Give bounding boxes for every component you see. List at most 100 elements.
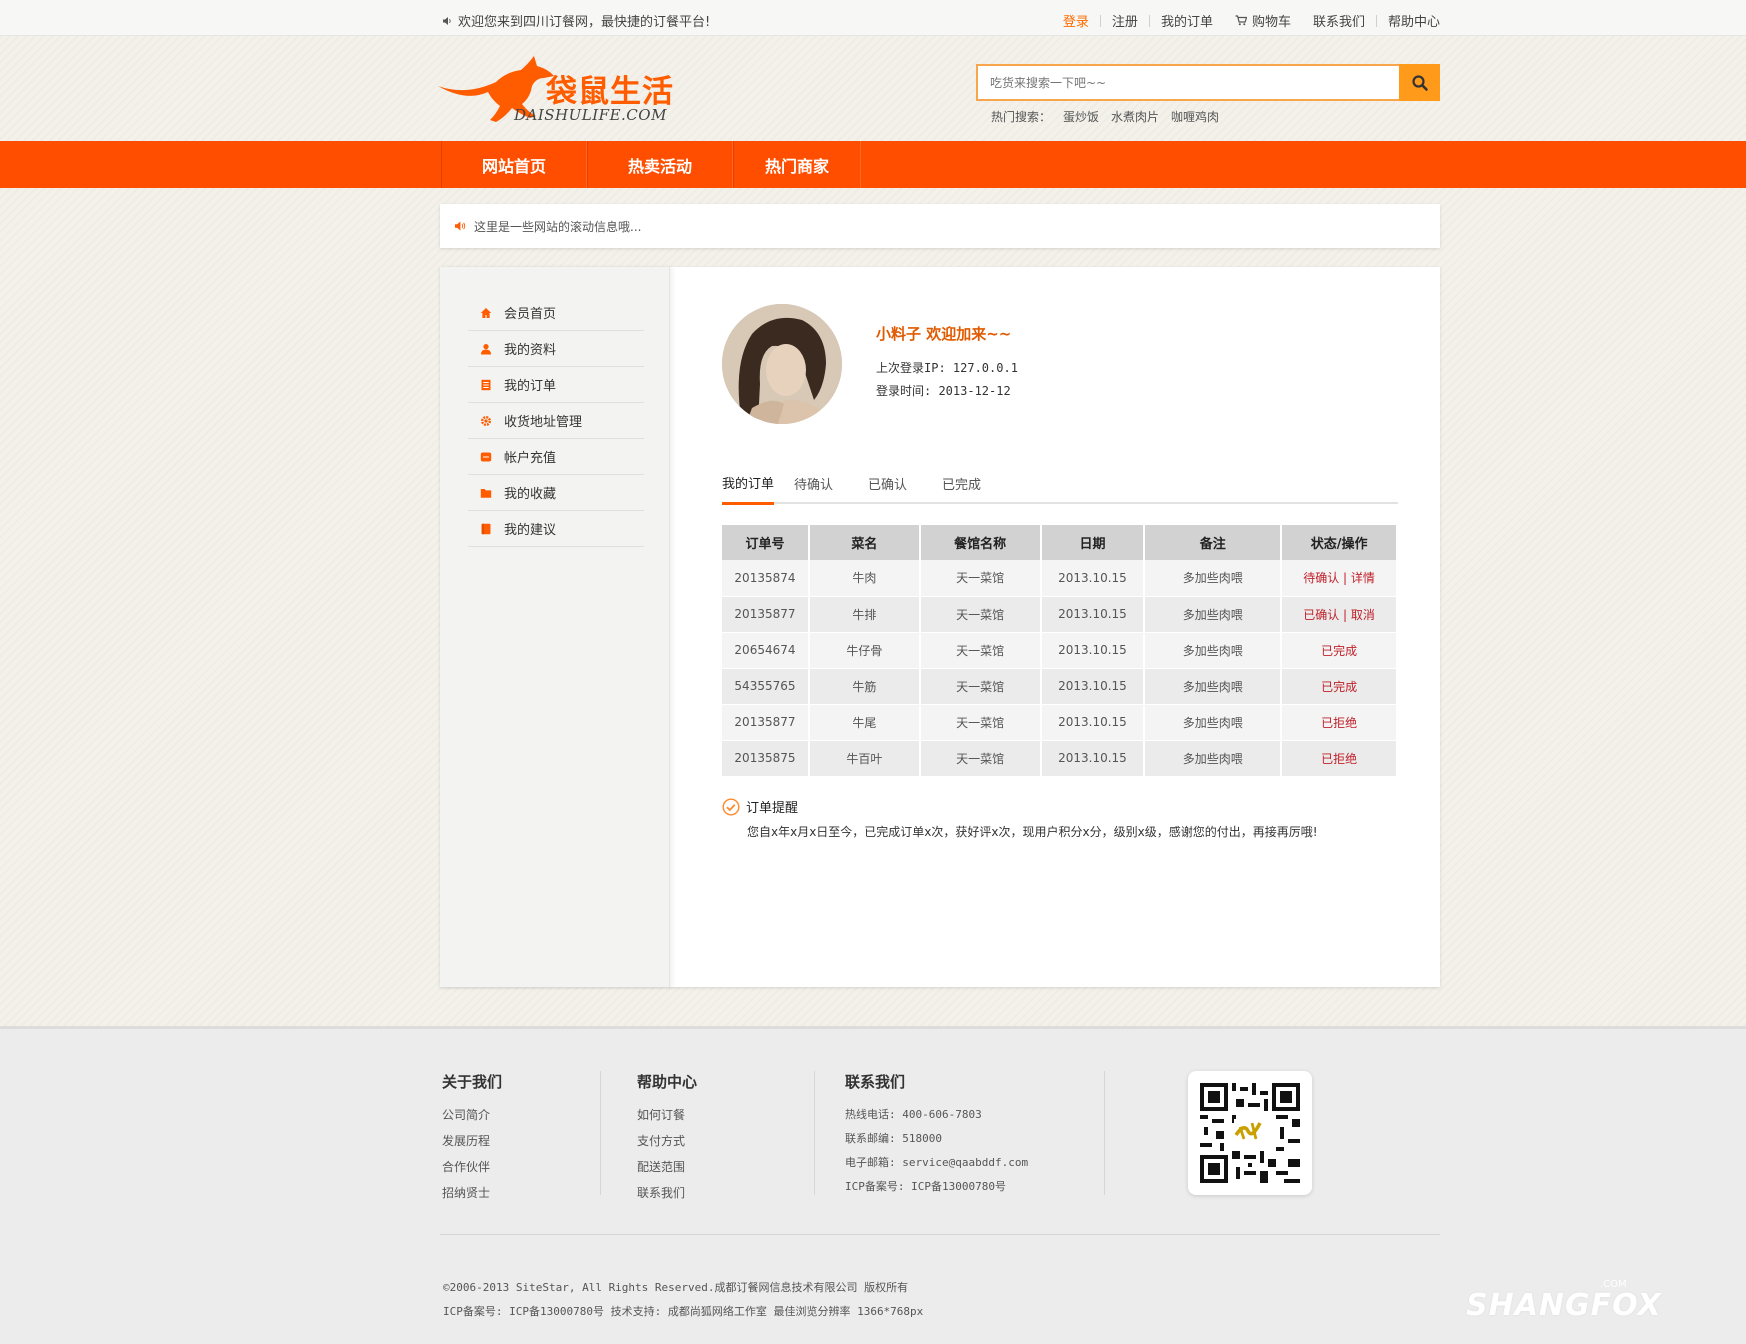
last-login-ip: 上次登录IP: 127.0.0.1 xyxy=(876,361,1018,375)
sidebar-item-suggestions[interactable]: 我的建议 xyxy=(468,511,644,547)
sidebar-item-label: 我的建议 xyxy=(504,523,557,538)
notice-text: 这里是一些网站的滚动信息哦... xyxy=(474,219,642,234)
sidebar-item-label: 我的收藏 xyxy=(504,487,557,502)
restaurant-name: 天一菜馆 xyxy=(919,740,1042,777)
copyright: ©2006-2013 SiteStar, All Rights Reserved… xyxy=(443,1281,909,1294)
order-id: 54355765 xyxy=(722,668,810,705)
tab-pending[interactable]: 待确认 xyxy=(794,463,848,504)
footer-link[interactable]: 发展历程 xyxy=(442,1132,502,1158)
sidebar-item-home[interactable]: 会员首页 xyxy=(468,295,644,331)
order-status: 待确认 | 详情 xyxy=(1281,560,1398,597)
order-status: 已拒绝 xyxy=(1281,740,1398,777)
footer-link[interactable]: 如何订餐 xyxy=(637,1106,697,1132)
nav-home[interactable]: 网站首页 xyxy=(441,141,587,188)
icp-info: ICP备案号: ICP备13000780号 技术支持: 成都尚狐网络工作室 最佳… xyxy=(443,1305,924,1318)
search-input[interactable] xyxy=(978,66,1398,99)
logo-subtitle: DAISHULIFE.COM xyxy=(514,106,667,124)
cancel-link[interactable]: 取消 xyxy=(1351,608,1375,622)
contact-link[interactable]: 联系我们 xyxy=(1302,11,1376,30)
my-orders-link[interactable]: 我的订单 xyxy=(1150,11,1224,30)
book-icon xyxy=(481,523,491,534)
footer-heading: 帮助中心 xyxy=(637,1073,698,1091)
gear-icon xyxy=(481,415,491,426)
table-row: 20654674 牛仔骨 天一菜馆 2013.10.15 多加些肉喂 已完成 xyxy=(722,632,1398,669)
sidebar-item-recharge[interactable]: 帐户充值 xyxy=(468,439,644,475)
divider: | xyxy=(1339,571,1351,586)
tab-my-orders[interactable]: 我的订单 xyxy=(722,463,775,505)
order-id: 20135877 xyxy=(722,596,810,633)
dish-name: 牛筋 xyxy=(808,668,921,705)
check-circle-icon xyxy=(722,797,740,816)
footer-link[interactable]: 支付方式 xyxy=(637,1132,697,1158)
sidebar-item-address[interactable]: 收货地址管理 xyxy=(468,403,644,439)
sidebar-item-label: 我的订单 xyxy=(504,379,557,394)
qr-code xyxy=(1188,1071,1312,1195)
tab-confirmed[interactable]: 已确认 xyxy=(868,463,922,504)
sidebar-item-orders[interactable]: 我的订单 xyxy=(468,367,644,403)
table-row: 20135877 牛排 天一菜馆 2013.10.15 多加些肉喂 已确认 | … xyxy=(722,596,1398,633)
table-row: 54355765 牛筋 天一菜馆 2013.10.15 多加些肉喂 已完成 xyxy=(722,668,1398,705)
order-reminder: 订单提醒 xyxy=(722,797,798,816)
footer-link[interactable]: 招纳贤士 xyxy=(442,1184,502,1210)
dish-name: 牛仔骨 xyxy=(808,632,921,669)
order-note: 多加些肉喂 xyxy=(1144,596,1283,633)
restaurant-name: 天一菜馆 xyxy=(919,560,1042,597)
footer-link[interactable]: 合作伙伴 xyxy=(442,1158,502,1184)
wallet-icon xyxy=(480,452,492,461)
restaurant-name: 天一菜馆 xyxy=(919,596,1042,633)
sidebar-item-favorites[interactable]: 我的收藏 xyxy=(468,475,644,511)
order-status: 已确认 | 取消 xyxy=(1281,596,1398,633)
folder-icon xyxy=(480,488,492,498)
reminder-text: 您自x年x月x日至今，已完成订单x次，获好评x次，现用户积分x分，级别x级，感谢… xyxy=(747,825,1318,839)
order-status: 已完成 xyxy=(1281,632,1398,669)
status-link[interactable]: 已确认 xyxy=(1303,608,1339,622)
order-note: 多加些肉喂 xyxy=(1144,668,1283,705)
status-link[interactable]: 待确认 xyxy=(1303,571,1339,585)
hot-searches: 热门搜索： 蛋炒饭 水煮肉片 咖喱鸡肉 xyxy=(991,108,1219,125)
order-id: 20135874 xyxy=(722,560,810,597)
order-date: 2013.10.15 xyxy=(1040,560,1146,597)
divider: | xyxy=(1339,607,1351,622)
contact-line: 热线电话: 400-606-7803 xyxy=(845,1108,982,1121)
column-header: 日期 xyxy=(1040,525,1146,560)
hot-term[interactable]: 水煮肉片 xyxy=(1111,108,1159,125)
watermark: SHANGFOX xyxy=(1466,1288,1662,1323)
search-button[interactable] xyxy=(1399,64,1440,101)
detail-link[interactable]: 详情 xyxy=(1351,571,1375,585)
orders-table: 订单号 菜名 餐馆名称 日期 备注 状态/操作 20135874 牛肉 天一菜馆… xyxy=(722,525,1398,777)
cart-link[interactable]: 购物车 xyxy=(1224,11,1302,30)
order-date: 2013.10.15 xyxy=(1040,668,1146,705)
cart-label: 购物车 xyxy=(1251,15,1291,30)
contact-line: 电子邮箱: service@qaabddf.com xyxy=(845,1156,1029,1169)
search-box xyxy=(976,64,1440,101)
top-welcome: 欢迎您来到四川订餐网，最快捷的订餐平台! xyxy=(442,11,710,30)
restaurant-name: 天一菜馆 xyxy=(919,668,1042,705)
hot-term[interactable]: 蛋炒饭 xyxy=(1063,108,1099,125)
sidebar-item-profile[interactable]: 我的资料 xyxy=(468,331,644,367)
member-panel: 会员首页 我的资料 我的订单 收货地址管理 帐户充值 我的收藏 我的建议 小料子… xyxy=(440,267,1440,987)
order-icon xyxy=(481,379,491,390)
table-row: 20135877 牛尾 天一菜馆 2013.10.15 多加些肉喂 已拒绝 xyxy=(722,704,1398,741)
cart-icon xyxy=(1235,15,1247,26)
main-nav: 网站首页 热卖活动 热门商家 xyxy=(0,141,1746,188)
help-link[interactable]: 帮助中心 xyxy=(1377,11,1440,30)
hot-term[interactable]: 咖喱鸡肉 xyxy=(1171,108,1219,125)
register-link[interactable]: 注册 xyxy=(1101,11,1149,30)
order-status: 已拒绝 xyxy=(1281,704,1398,741)
column-header: 订单号 xyxy=(722,525,810,560)
nav-hot-merchants[interactable]: 热门商家 xyxy=(733,141,861,188)
dish-name: 牛百叶 xyxy=(808,740,921,777)
order-tabs: 我的订单 待确认 已确认 已完成 xyxy=(722,463,1398,505)
login-link[interactable]: 登录 xyxy=(1052,11,1100,30)
contact-line: 联系邮编: 518000 xyxy=(845,1132,942,1145)
restaurant-name: 天一菜馆 xyxy=(919,632,1042,669)
footer-help: 帮助中心 如何订餐 支付方式 配送范围 联系我们 xyxy=(637,1071,697,1210)
hot-label: 热门搜索： xyxy=(991,110,1052,124)
column-header: 餐馆名称 xyxy=(919,525,1042,560)
order-note: 多加些肉喂 xyxy=(1144,704,1283,741)
footer-link[interactable]: 联系我们 xyxy=(637,1184,697,1210)
footer-link[interactable]: 公司简介 xyxy=(442,1106,502,1132)
tab-completed[interactable]: 已完成 xyxy=(942,463,996,504)
nav-hot-activities[interactable]: 热卖活动 xyxy=(587,141,733,188)
footer-link[interactable]: 配送范围 xyxy=(637,1158,697,1184)
